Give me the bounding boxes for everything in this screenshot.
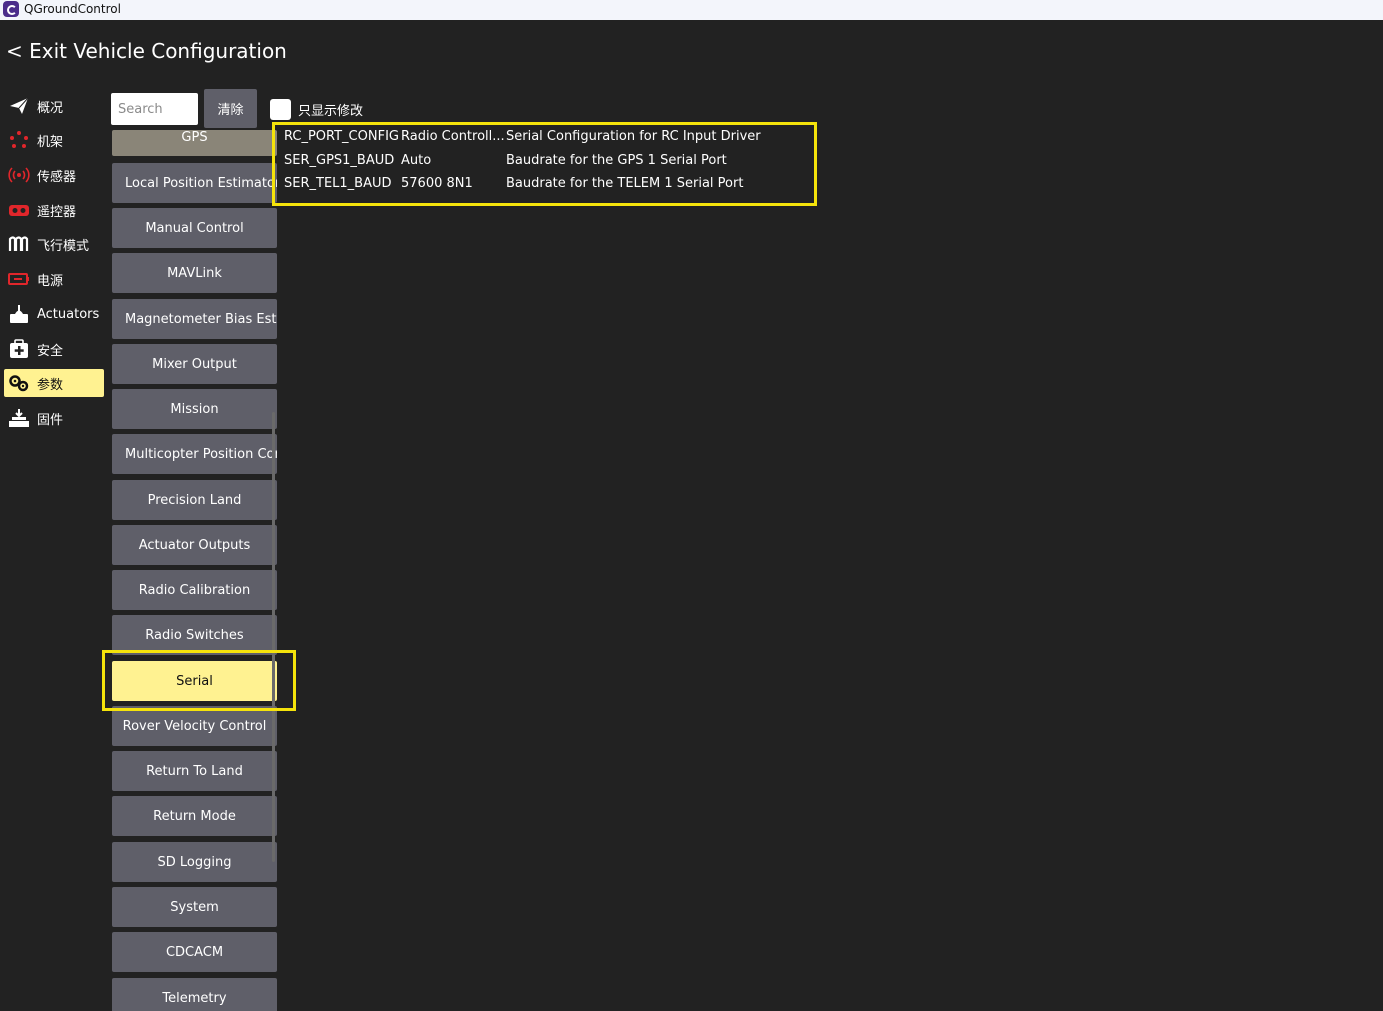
sidebar-item-firmware[interactable]: 固件 bbox=[4, 404, 104, 432]
show-modified-checkbox[interactable] bbox=[270, 99, 291, 120]
exit-vehicle-config-button[interactable]: < Exit Vehicle Configuration bbox=[6, 38, 287, 64]
group-button[interactable]: Mixer Output bbox=[112, 344, 277, 384]
group-button[interactable]: Precision Land bbox=[112, 480, 277, 520]
param-value: Auto bbox=[401, 152, 432, 168]
sidebar-item-actuators[interactable]: Actuators bbox=[4, 300, 104, 328]
group-button[interactable]: Radio Calibration bbox=[112, 570, 277, 610]
group-button[interactable]: System bbox=[112, 887, 277, 927]
clear-button[interactable]: 清除 bbox=[204, 89, 257, 128]
qgc-app-icon bbox=[3, 1, 19, 17]
sidebar-item-label: 固件 bbox=[37, 412, 64, 428]
group-button[interactable]: Multicopter Position Control bbox=[112, 434, 277, 474]
window-title: QGroundControl bbox=[24, 2, 121, 16]
sidebar-item-radio[interactable]: 遥控器 bbox=[4, 196, 104, 224]
sidebar-item-label: 传感器 bbox=[37, 169, 77, 185]
group-button[interactable]: GPS bbox=[112, 130, 277, 156]
parameter-group-list[interactable]: GPS Local Position Estimator Manual Cont… bbox=[108, 130, 283, 1011]
group-button[interactable]: Manual Control bbox=[112, 208, 277, 248]
param-value: 57600 8N1 bbox=[401, 176, 473, 191]
group-button[interactable]: Return To Land bbox=[112, 751, 277, 791]
sidebar-item-label: 飞行模式 bbox=[37, 238, 90, 254]
parameter-table: RC_PORT_CONFIG Radio Controll... Serial … bbox=[284, 127, 804, 198]
flight-modes-icon bbox=[8, 233, 30, 255]
sensor-icon bbox=[8, 164, 30, 186]
group-list-scrollbar[interactable] bbox=[272, 412, 275, 862]
sidebar-item-flight-modes[interactable]: 飞行模式 bbox=[4, 230, 104, 258]
sidebar-item-airframe[interactable]: 机架 bbox=[4, 126, 104, 154]
group-button[interactable]: Radio Switches bbox=[112, 615, 277, 655]
param-name: SER_TEL1_BAUD bbox=[284, 176, 392, 191]
group-button[interactable]: CDCACM bbox=[112, 932, 277, 972]
show-modified-label: 只显示修改 bbox=[298, 104, 364, 119]
sidebar-item-label: 参数 bbox=[37, 377, 64, 393]
parameters-icon bbox=[8, 372, 30, 394]
sidebar-item-sensors[interactable]: 传感器 bbox=[4, 161, 104, 189]
group-button[interactable]: Return Mode bbox=[112, 796, 277, 836]
table-row[interactable]: RC_PORT_CONFIG Radio Controll... Serial … bbox=[284, 127, 804, 151]
sidebar-item-parameters[interactable]: 参数 bbox=[4, 369, 104, 397]
sidebar-item-label: 遥控器 bbox=[37, 204, 77, 220]
safety-icon bbox=[8, 338, 30, 360]
group-button[interactable]: Telemetry bbox=[112, 978, 277, 1011]
param-description: Serial Configuration for RC Input Driver bbox=[506, 129, 761, 144]
group-button[interactable]: MAVLink bbox=[112, 253, 277, 293]
group-button-selected[interactable]: Serial bbox=[112, 661, 277, 701]
battery-icon bbox=[8, 268, 30, 290]
group-button[interactable]: Magnetometer Bias Estimator bbox=[112, 299, 277, 339]
table-row[interactable]: SER_GPS1_BAUD Auto Baudrate for the GPS … bbox=[284, 151, 804, 175]
sidebar-item-label: 电源 bbox=[37, 273, 64, 289]
param-name: RC_PORT_CONFIG bbox=[284, 129, 399, 144]
firmware-icon bbox=[8, 407, 30, 429]
sidebar-item-safety[interactable]: 安全 bbox=[4, 335, 104, 363]
sidebar-item-power[interactable]: 电源 bbox=[4, 265, 104, 293]
group-button[interactable]: Local Position Estimator bbox=[112, 163, 277, 203]
sidebar-item-summary[interactable]: 概况 bbox=[4, 92, 104, 120]
group-button[interactable]: SD Logging bbox=[112, 842, 277, 882]
airframe-icon bbox=[8, 129, 30, 151]
group-button[interactable]: Actuator Outputs bbox=[112, 525, 277, 565]
param-value: Radio Controll... bbox=[401, 129, 505, 144]
group-button[interactable]: Rover Velocity Control bbox=[112, 706, 277, 746]
group-button[interactable]: Mission bbox=[112, 389, 277, 429]
sidebar-item-label: Actuators bbox=[37, 306, 100, 322]
search-input[interactable] bbox=[111, 93, 198, 125]
param-description: Baudrate for the GPS 1 Serial Port bbox=[506, 152, 727, 168]
actuators-icon bbox=[8, 303, 30, 325]
param-name: SER_GPS1_BAUD bbox=[284, 152, 395, 168]
sidebar-item-label: 安全 bbox=[37, 343, 64, 359]
sidebar-item-label: 机架 bbox=[37, 134, 64, 150]
paper-plane-icon bbox=[8, 95, 30, 117]
window-titlebar: QGroundControl bbox=[0, 0, 1383, 20]
sidebar-item-label: 概况 bbox=[37, 100, 64, 116]
param-description: Baudrate for the TELEM 1 Serial Port bbox=[506, 176, 744, 191]
radio-icon bbox=[8, 199, 30, 221]
table-row[interactable]: SER_TEL1_BAUD 57600 8N1 Baudrate for the… bbox=[284, 174, 804, 198]
